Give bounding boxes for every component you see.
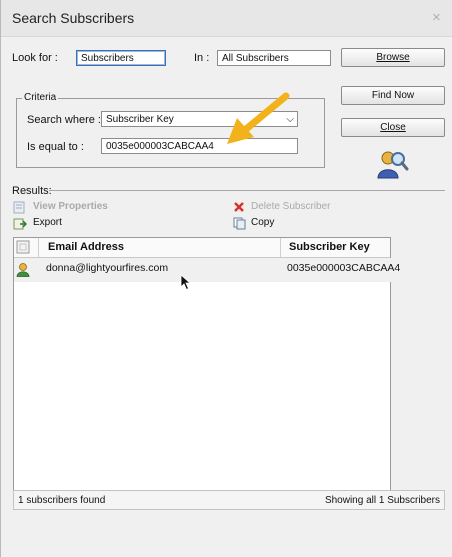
checkbox-icon: [16, 240, 30, 254]
close-icon[interactable]: ×: [432, 9, 441, 26]
close-button-label: Close: [380, 122, 406, 133]
dialog-title: Search Subscribers: [12, 10, 135, 26]
row-subscriber-key: 0035e000003CABCAA4: [287, 262, 401, 274]
results-label: Results:: [12, 185, 52, 197]
criteria-legend: Criteria: [22, 92, 59, 103]
title-bar: Search Subscribers ×: [1, 0, 452, 37]
results-table: Email Address Subscriber Key donna@light…: [13, 237, 432, 492]
search-subscribers-dialog: Search Subscribers × Look for : Subscrib…: [0, 0, 452, 557]
copy-label: Copy: [251, 217, 275, 228]
status-bar: 1 subscribers found Showing all 1 Subscr…: [13, 490, 445, 510]
in-field[interactable]: All Subscribers: [217, 50, 331, 66]
delete-subscriber-label: Delete Subscriber: [251, 201, 331, 212]
look-for-label: Look for :: [12, 52, 58, 64]
select-all-checkbox[interactable]: [16, 240, 30, 254]
export-label: Export: [33, 217, 62, 228]
in-label: In :: [194, 52, 210, 64]
row-email: donna@lightyourfires.com: [46, 262, 169, 274]
arrow-annotation-icon: [227, 92, 290, 144]
table-header: Email Address Subscriber Key: [14, 238, 390, 258]
properties-icon: [13, 201, 25, 214]
find-now-button[interactable]: Find Now: [341, 86, 445, 105]
column-header-subscriber-key[interactable]: Subscriber Key: [289, 241, 370, 253]
column-divider: [38, 238, 39, 257]
close-button[interactable]: Close: [341, 118, 445, 137]
look-for-field[interactable]: Subscribers: [76, 50, 166, 66]
copy-icon: [233, 217, 246, 230]
table-row[interactable]: donna@lightyourfires.com 0035e000003CABC…: [14, 258, 432, 282]
column-divider: [280, 238, 281, 257]
view-properties-label: View Properties: [33, 201, 108, 212]
browse-button-label: Browse: [376, 52, 410, 63]
export-icon: [13, 218, 27, 230]
column-header-email[interactable]: Email Address: [48, 241, 124, 253]
is-equal-label: Is equal to :: [27, 141, 84, 153]
delete-icon: [234, 202, 244, 212]
mouse-cursor-icon: [180, 274, 191, 291]
search-where-label: Search where :: [27, 114, 101, 126]
search-people-icon: [377, 151, 409, 179]
status-showing: Showing all 1 Subscribers: [324, 495, 440, 506]
results-separator: [49, 190, 445, 191]
search-where-value: Subscriber Key: [106, 114, 174, 125]
status-count: 1 subscribers found: [18, 495, 106, 506]
subscriber-icon: [16, 263, 30, 277]
browse-button[interactable]: Browse: [341, 48, 445, 67]
